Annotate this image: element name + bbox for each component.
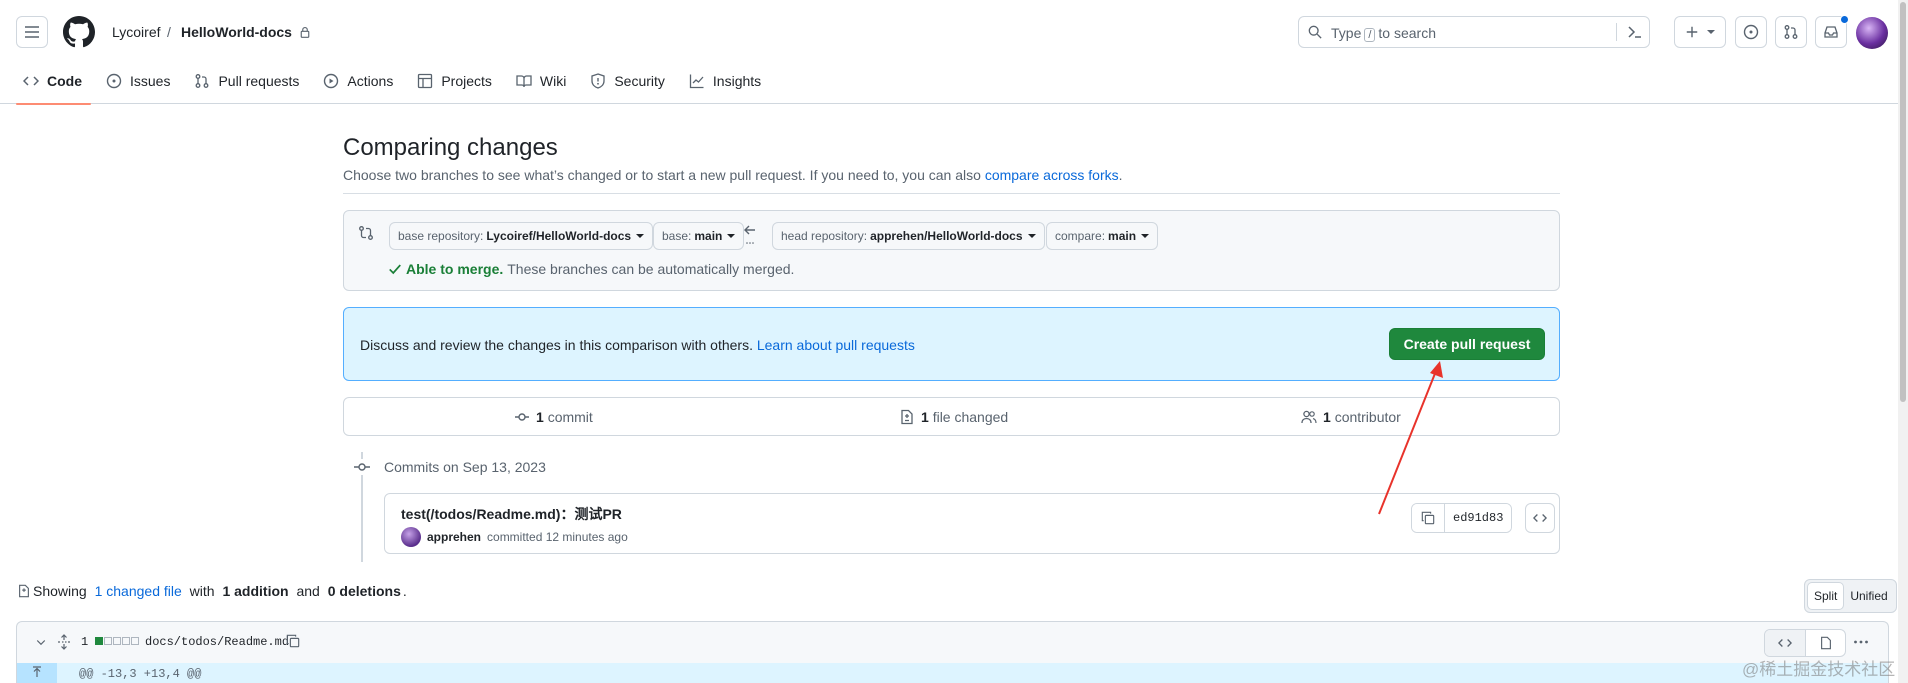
annotation-arrow xyxy=(1378,361,1443,515)
showing-label: Showing xyxy=(33,583,87,599)
diff-hunk-header: @@ -13,3 +13,4 @@ xyxy=(16,663,1889,683)
chevron-down-icon[interactable] xyxy=(35,636,47,648)
diff-summary: Showing 1 changed file with 1 addition a… xyxy=(17,583,407,599)
summary-end: . xyxy=(402,583,407,599)
unified-view-button[interactable]: Unified xyxy=(1844,582,1893,610)
expand-up-button[interactable] xyxy=(17,663,57,683)
watermark: @稀土掘金技术社区 xyxy=(1742,660,1896,679)
rich-view-button[interactable] xyxy=(1805,630,1845,656)
kebab-horizontal-icon[interactable] xyxy=(1853,636,1869,648)
diff-view-toggle: Split Unified xyxy=(1804,579,1897,613)
file-view-toggle xyxy=(1764,629,1846,657)
source-view-button[interactable] xyxy=(1765,630,1805,656)
changed-files-link[interactable]: 1 changed file xyxy=(95,583,182,599)
file-icon xyxy=(1820,636,1831,650)
diffstat-bar xyxy=(95,637,139,645)
hunk-range: @@ -13,3 +13,4 @@ xyxy=(79,667,202,681)
diffstat-neutral-block xyxy=(104,637,112,645)
unfold-icon[interactable] xyxy=(57,634,71,650)
fold-up-icon xyxy=(33,666,41,677)
scrollbar-thumb[interactable] xyxy=(1900,2,1906,402)
code-icon xyxy=(1778,639,1792,647)
diffstat-neutral-block xyxy=(113,637,121,645)
file-change-count: 1 xyxy=(81,635,89,649)
and-label: and xyxy=(296,583,320,599)
diffstat-neutral-block xyxy=(131,637,139,645)
deletions-count: 0 deletions xyxy=(327,583,401,599)
with-label: with xyxy=(189,583,215,599)
diffstat-added-block xyxy=(95,637,103,645)
split-view-button[interactable]: Split xyxy=(1807,582,1845,610)
additions-count: 1 addition xyxy=(222,583,289,599)
file-diff-icon xyxy=(19,584,29,598)
file-path[interactable]: docs/todos/Readme.md xyxy=(145,635,289,649)
diffstat-neutral-block xyxy=(122,637,130,645)
file-header: 1 docs/todos/Readme.md xyxy=(16,621,1889,663)
copy-icon[interactable] xyxy=(286,634,300,648)
